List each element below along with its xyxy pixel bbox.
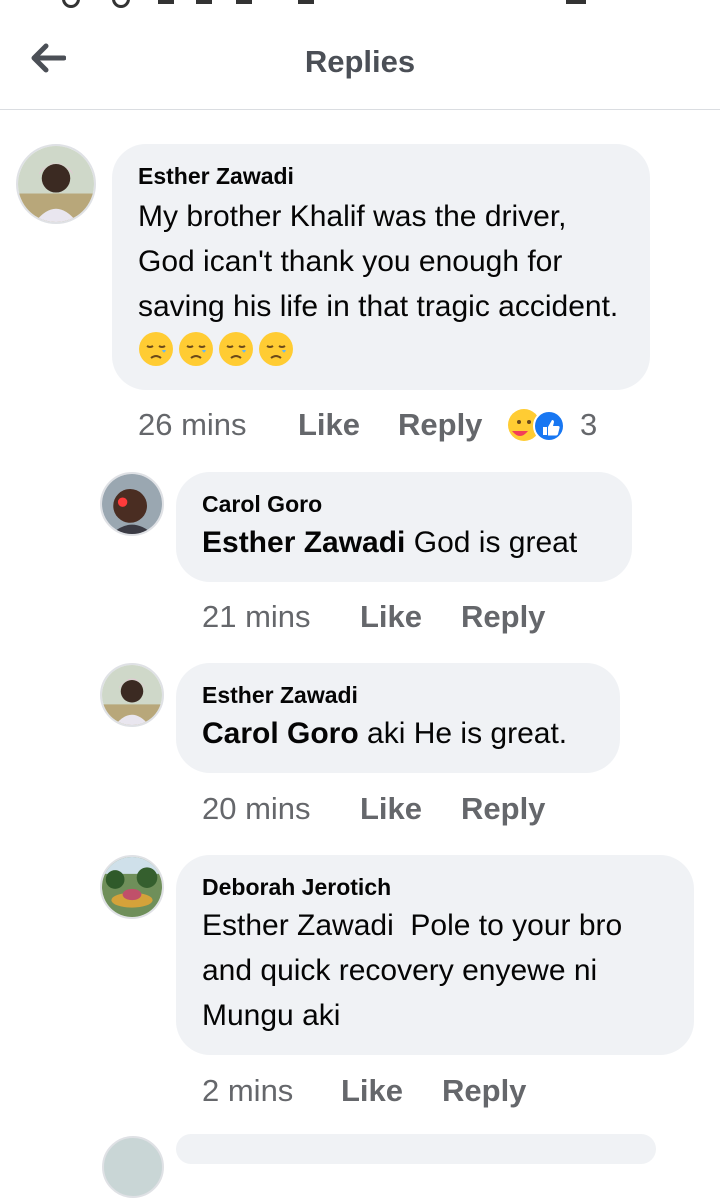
crying-face-emoji-icon bbox=[139, 332, 173, 366]
avatar[interactable] bbox=[100, 663, 164, 727]
comment-text: Carol Goro aki He is great. bbox=[202, 711, 594, 756]
status-icon bbox=[158, 0, 174, 4]
comment-bubble[interactable]: Esther Zawadi Carol Goro aki He is great… bbox=[176, 663, 620, 773]
comment-timestamp: 2 mins bbox=[202, 1073, 294, 1108]
header: Replies bbox=[0, 18, 720, 108]
comment-body: aki He is great. bbox=[367, 717, 568, 750]
crying-face-emoji-icon bbox=[259, 332, 293, 366]
comment-body: God is great bbox=[413, 526, 578, 559]
comment-body: My brother Khalif was the driver, God ic… bbox=[138, 200, 619, 323]
comment-actions: 26 mins Like Reply 3 bbox=[138, 405, 698, 445]
reactions-summary[interactable] bbox=[506, 407, 566, 443]
like-button[interactable]: Like bbox=[360, 789, 422, 829]
battery-icon bbox=[566, 0, 586, 4]
comment-bubble[interactable] bbox=[176, 1134, 656, 1164]
reply-button[interactable]: Reply bbox=[398, 405, 482, 445]
status-icon bbox=[236, 0, 252, 4]
comment-actions: 2 mins Like Reply bbox=[202, 1071, 602, 1111]
header-divider bbox=[0, 109, 720, 110]
status-icon bbox=[62, 0, 80, 8]
care-emoji-icon bbox=[508, 409, 565, 442]
comment-text: Esther Zawadi Pole to your bro and quick… bbox=[202, 909, 631, 1032]
mention-link[interactable]: Esther Zawadi bbox=[202, 526, 405, 559]
crying-face-emoji-icon bbox=[179, 332, 213, 366]
status-icon bbox=[196, 0, 212, 4]
avatar[interactable] bbox=[100, 855, 164, 919]
avatar[interactable] bbox=[102, 1136, 164, 1198]
comment-text: Esther Zawadi God is great bbox=[202, 520, 606, 565]
comment-bubble[interactable]: Carol Goro Esther Zawadi God is great bbox=[176, 472, 632, 582]
reply-button[interactable]: Reply bbox=[461, 597, 545, 637]
comment-timestamp: 21 mins bbox=[202, 599, 311, 634]
like-button[interactable]: Like bbox=[360, 597, 422, 637]
crying-face-emoji-icon bbox=[219, 332, 253, 366]
comment-text: My brother Khalif was the driver, God ic… bbox=[138, 194, 624, 374]
comment-author[interactable]: Esther Zawadi bbox=[138, 162, 624, 190]
avatar[interactable] bbox=[100, 472, 164, 536]
comment-actions: 20 mins Like Reply bbox=[202, 789, 602, 829]
comment-bubble[interactable]: Deborah Jerotich Esther Zawadi Pole to y… bbox=[176, 855, 694, 1055]
comment-actions: 21 mins Like Reply bbox=[202, 597, 602, 637]
page-title: Replies bbox=[304, 44, 416, 79]
status-bar bbox=[0, 0, 720, 8]
comment-bubble[interactable]: Esther Zawadi My brother Khalif was the … bbox=[112, 144, 650, 390]
reply-button[interactable]: Reply bbox=[461, 789, 545, 829]
reply-button[interactable]: Reply bbox=[442, 1071, 526, 1111]
comment-timestamp: 26 mins bbox=[138, 407, 247, 442]
reaction-count: 3 bbox=[580, 407, 598, 442]
comment-author[interactable]: Esther Zawadi bbox=[202, 681, 594, 709]
avatar[interactable] bbox=[16, 144, 96, 224]
crying-emoji-icons bbox=[138, 332, 298, 368]
comment-timestamp: 20 mins bbox=[202, 791, 311, 826]
status-icon bbox=[112, 0, 130, 8]
comment-author[interactable]: Carol Goro bbox=[202, 490, 606, 518]
like-button[interactable]: Like bbox=[341, 1071, 403, 1111]
mention-link[interactable]: Carol Goro bbox=[202, 717, 359, 750]
status-icon bbox=[298, 0, 314, 4]
comment-author[interactable]: Deborah Jerotich bbox=[202, 873, 668, 901]
like-button[interactable]: Like bbox=[298, 405, 360, 445]
